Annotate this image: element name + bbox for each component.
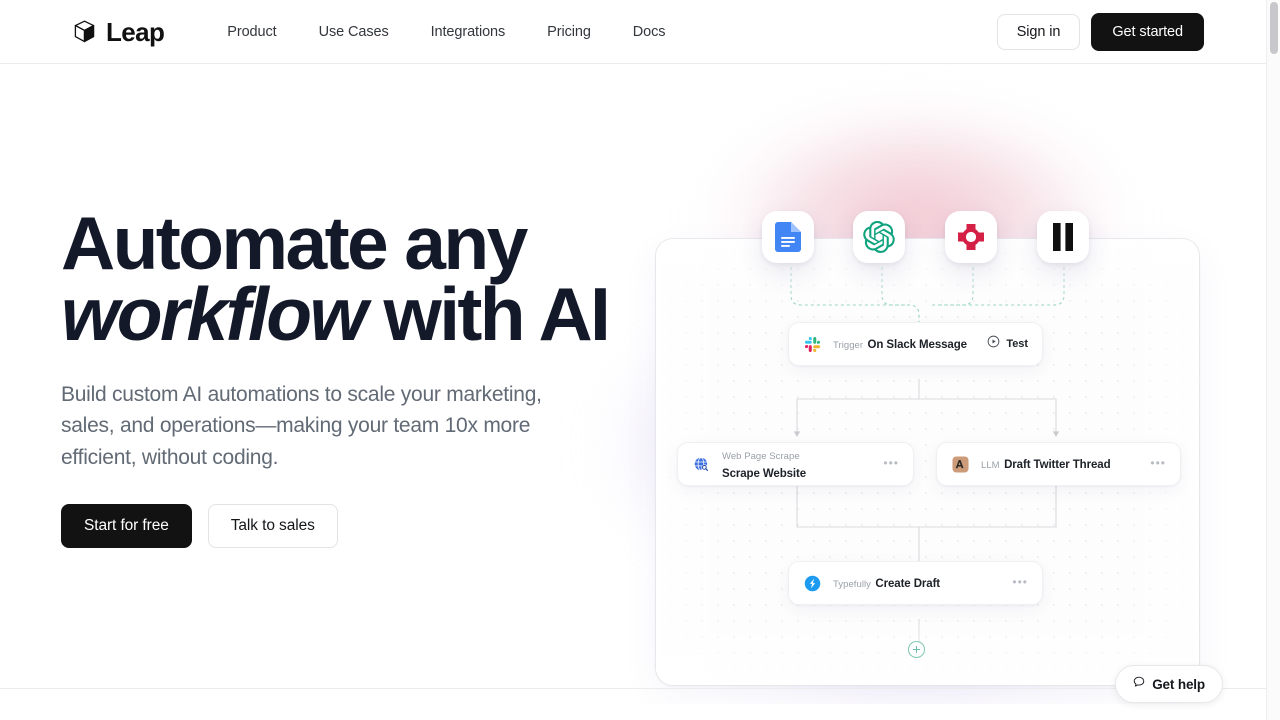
workflow-node-trigger[interactable]: Trigger On Slack Message Test [788, 322, 1043, 366]
nav-link-use-cases[interactable]: Use Cases [298, 16, 410, 48]
node-kicker: Web Page Scrape [722, 451, 800, 462]
typefully-icon [803, 574, 821, 592]
start-for-free-button[interactable]: Start for free [61, 504, 192, 549]
workflow-node-llm[interactable]: LLM Draft Twitter Thread ••• [936, 442, 1181, 486]
headline-rest: with AI [365, 272, 610, 357]
anthropic-icon [951, 455, 969, 473]
app-chip-airtable[interactable] [945, 211, 997, 263]
node-kicker: Typefully [833, 579, 871, 590]
top-navbar: Leap Product Use Cases Integrations Pric… [0, 0, 1266, 64]
nav-actions: Sign in Get started [996, 12, 1204, 51]
nav-link-integrations[interactable]: Integrations [410, 16, 527, 48]
primary-nav: Product Use Cases Integrations Pricing D… [206, 16, 686, 48]
cube-icon [72, 19, 97, 44]
nav-link-docs[interactable]: Docs [612, 16, 687, 48]
app-chip-openai[interactable] [853, 211, 905, 263]
section-divider [0, 688, 1266, 689]
pause-bars-icon [1050, 222, 1076, 252]
hero-copy: Automate any workflow with AI Build cust… [61, 206, 621, 549]
page-scrollbar[interactable] [1266, 0, 1280, 720]
node-text: LLM Draft Twitter Thread [981, 455, 1150, 473]
scrollbar-thumb[interactable] [1270, 2, 1278, 54]
page-title: Automate any workflow with AI [61, 206, 621, 352]
play-circle-icon [987, 335, 1000, 353]
app-chip-google-docs[interactable] [762, 211, 814, 263]
google-docs-icon [775, 222, 801, 252]
openai-icon [863, 221, 895, 253]
app-chip-notion[interactable] [1037, 211, 1089, 263]
test-button[interactable]: Test [987, 335, 1028, 353]
node-title: On Slack Message [867, 339, 968, 351]
red-octagon-icon [956, 222, 986, 252]
node-text: Trigger On Slack Message [833, 335, 987, 353]
hero-illustration: Trigger On Slack Message Test Web Page S… [566, 64, 1266, 704]
node-kicker: Trigger [833, 340, 864, 351]
workflow-node-scrape[interactable]: Web Page Scrape Scrape Website ••• [677, 442, 914, 486]
workflow-node-typefully[interactable]: Typefully Create Draft ••• [788, 561, 1043, 605]
get-help-label: Get help [1152, 676, 1205, 692]
brand-logo[interactable]: Leap [72, 16, 165, 47]
node-title: Create Draft [875, 578, 941, 590]
node-title: Scrape Website [722, 468, 807, 480]
headline-italic-word: workflow [61, 272, 368, 357]
node-text: Web Page Scrape Scrape Website [722, 446, 883, 482]
plus-circle-icon[interactable] [908, 641, 925, 658]
hero-section: Automate any workflow with AI Build cust… [0, 64, 1266, 704]
more-icon[interactable]: ••• [1012, 576, 1028, 588]
test-label: Test [1006, 338, 1028, 350]
nav-link-pricing[interactable]: Pricing [526, 16, 612, 48]
slack-icon [803, 335, 821, 353]
brand-name: Leap [106, 16, 165, 47]
more-icon[interactable]: ••• [883, 457, 899, 469]
talk-to-sales-button[interactable]: Talk to sales [207, 504, 338, 549]
globe-search-icon [692, 455, 710, 473]
hero-subtitle: Build custom AI automations to scale you… [61, 382, 542, 470]
more-icon[interactable]: ••• [1150, 457, 1166, 469]
nav-link-product[interactable]: Product [206, 16, 297, 48]
get-help-button[interactable]: Get help [1115, 665, 1223, 703]
hero-cta-row: Start for free Talk to sales [61, 504, 621, 549]
sign-in-button[interactable]: Sign in [996, 13, 1081, 50]
node-kicker: LLM [981, 460, 1000, 471]
chat-bubble-icon [1133, 675, 1145, 693]
node-text: Typefully Create Draft [833, 574, 1012, 592]
get-started-button[interactable]: Get started [1091, 12, 1204, 51]
node-title: Draft Twitter Thread [1004, 459, 1111, 471]
page-root: Leap Product Use Cases Integrations Pric… [0, 0, 1280, 720]
